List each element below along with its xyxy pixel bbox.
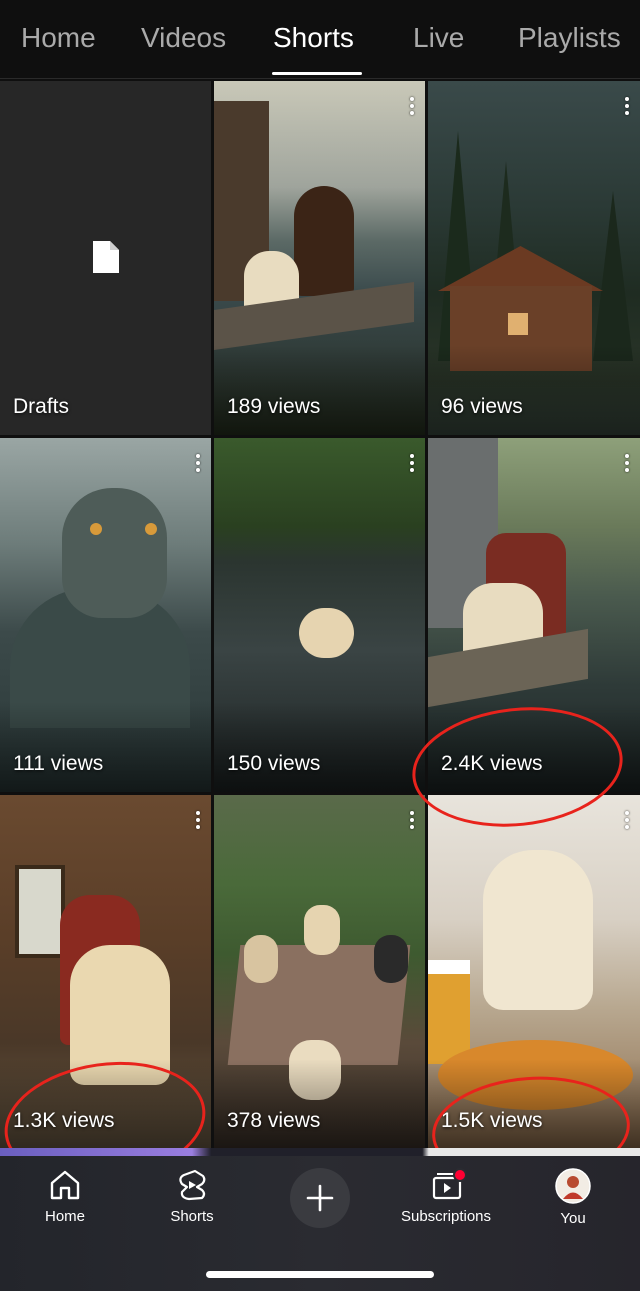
file-icon [93, 241, 119, 273]
nav-shorts-label: Shorts [170, 1208, 214, 1225]
dog-figure [304, 905, 340, 955]
short-tile[interactable]: 2.4K views [428, 438, 640, 792]
tab-home[interactable]: Home [21, 22, 96, 54]
next-row-preview [0, 1148, 640, 1156]
channel-tabs: Home Videos Shorts Live Playlists [0, 0, 640, 79]
nav-home[interactable]: Home [10, 1168, 120, 1225]
more-vert-icon[interactable] [405, 452, 419, 476]
creature-eye [90, 523, 102, 535]
short-tile[interactable]: 96 views [428, 81, 640, 435]
more-vert-icon[interactable] [405, 809, 419, 833]
view-count: 150 views [227, 752, 321, 775]
more-vert-icon[interactable] [405, 95, 419, 119]
create-button[interactable] [290, 1168, 350, 1228]
creature-eye [145, 523, 157, 535]
cabin-window [15, 865, 65, 958]
nav-shorts[interactable]: Shorts [137, 1168, 247, 1225]
nav-home-label: Home [44, 1208, 85, 1225]
tab-live[interactable]: Live [413, 22, 464, 54]
plus-icon [306, 1184, 334, 1212]
home-indicator [206, 1271, 434, 1278]
dog-figure [374, 935, 408, 983]
view-count: 378 views [227, 1109, 321, 1132]
short-tile[interactable]: 1.5K views [428, 795, 640, 1149]
creature-head [62, 488, 167, 618]
drafts-label: Drafts [13, 395, 70, 418]
shorts-icon [179, 1169, 206, 1201]
view-count: 111 views [13, 752, 104, 775]
more-vert-icon[interactable] [191, 452, 205, 476]
beer-glass [428, 960, 470, 1064]
cabin-window [508, 313, 528, 335]
more-vert-icon[interactable] [620, 809, 634, 833]
more-vert-icon[interactable] [191, 809, 205, 833]
view-count: 1.5K views [441, 1109, 543, 1132]
active-tab-indicator [272, 72, 362, 75]
short-tile[interactable]: 378 views [214, 795, 425, 1149]
bigfoot-figure [294, 186, 354, 296]
short-tile[interactable]: 150 views [214, 438, 425, 792]
tab-shorts[interactable]: Shorts [273, 22, 354, 54]
view-count: 1.3K views [13, 1109, 115, 1132]
view-count: 2.4K views [441, 752, 543, 775]
dog-figure [483, 850, 593, 1010]
avatar [555, 1168, 591, 1204]
notification-dot [453, 1168, 466, 1182]
more-vert-icon[interactable] [620, 452, 634, 476]
nav-you[interactable]: You [518, 1168, 628, 1227]
tab-videos[interactable]: Videos [141, 22, 226, 54]
short-tile[interactable]: 189 views [214, 81, 425, 435]
tab-playlists[interactable]: Playlists [518, 22, 621, 54]
drafts-tile[interactable]: Drafts [0, 81, 211, 435]
dog-figure [244, 935, 278, 983]
home-icon [50, 1170, 80, 1200]
more-vert-icon[interactable] [620, 95, 634, 119]
nav-subscriptions[interactable]: Subscriptions [391, 1168, 501, 1225]
short-tile[interactable]: 1.3K views [0, 795, 211, 1149]
nav-you-label: You [560, 1210, 586, 1227]
view-count: 96 views [441, 395, 523, 418]
dog-figure [299, 608, 354, 658]
short-tile[interactable]: 111 views [0, 438, 211, 792]
nav-subscriptions-label: Subscriptions [400, 1208, 492, 1225]
view-count: 189 views [227, 395, 321, 418]
subscriptions-icon [432, 1168, 466, 1200]
